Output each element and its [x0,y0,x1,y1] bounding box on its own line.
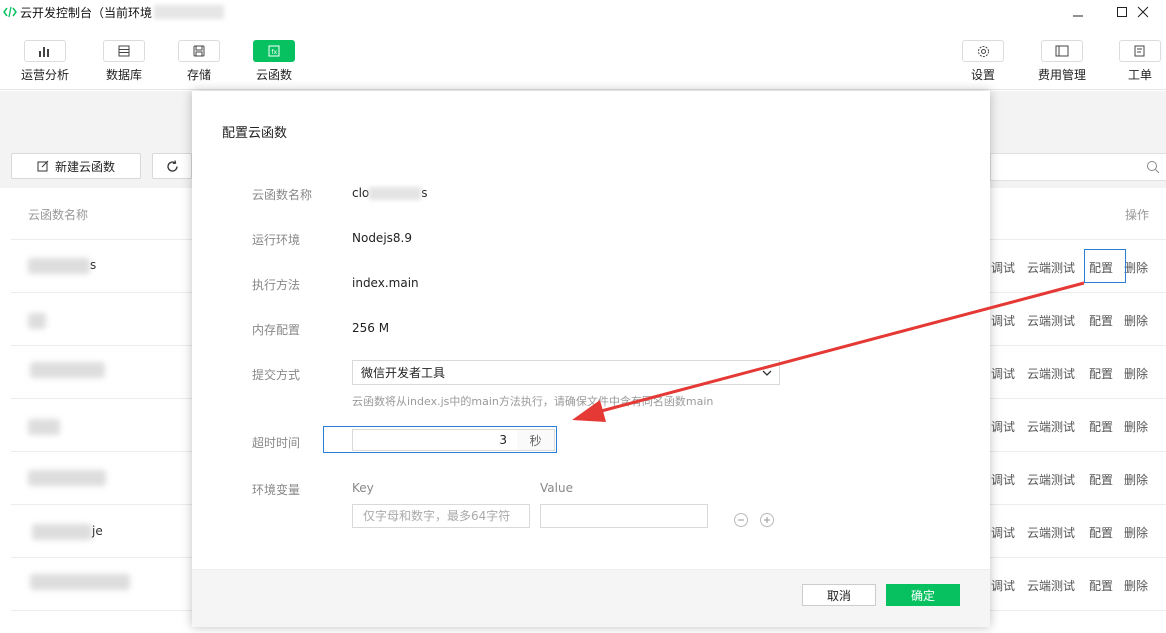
chevron-down-icon [762,370,772,376]
new-function-button[interactable]: 新建云函数 [11,153,141,179]
handler-label: 执行方法 [252,278,301,292]
handler-value: index.main [352,276,419,290]
submit-method-label: 提交方式 [252,368,301,382]
bar-chart-icon [24,40,66,62]
storage-icon [178,40,220,62]
debug-link[interactable]: 调试 [991,577,1015,594]
tool-billing[interactable]: 费用管理 [1030,40,1094,83]
row-name-fragment: je [92,524,103,538]
config-link[interactable]: 配置 [1089,365,1113,382]
cloud-test-link[interactable]: 云端测试 [1027,259,1075,276]
edit-icon [37,160,49,172]
search-input[interactable] [990,153,1166,181]
column-header-name: 云函数名称 [28,208,89,222]
confirm-button[interactable]: 确定 [886,584,960,606]
config-link[interactable]: 配置 [1089,418,1113,435]
runtime-value: Nodejs8.9 [352,231,412,245]
cloud-test-link[interactable]: 云端测试 [1027,524,1075,541]
submit-method-select[interactable]: 微信开发者工具 [352,360,780,385]
delete-link[interactable]: 删除 [1124,365,1148,382]
redacted-name [28,470,106,486]
column-header-ops: 操作 [1125,208,1150,222]
env-vars-label: 环境变量 [252,483,301,497]
config-highlight-box [1084,249,1126,283]
delete-link[interactable]: 删除 [1124,312,1148,329]
config-function-dialog: 配置云函数 云函数名称 clo s 运行环境 Nodejs8.9 执行方法 ind… [192,91,990,627]
cloud-test-link[interactable]: 云端测试 [1027,418,1075,435]
config-link[interactable]: 配置 [1089,312,1113,329]
gear-icon [962,40,1004,62]
cloud-test-link[interactable]: 云端测试 [1027,312,1075,329]
title-bar: 云开发控制台（当前环境 [0,0,1166,24]
function-name-label: 云函数名称 [252,188,313,202]
redacted-name [32,524,92,540]
config-link[interactable]: 配置 [1089,471,1113,488]
config-link[interactable]: 配置 [1089,524,1113,541]
database-icon [103,40,145,62]
timeout-input[interactable]: 3 [352,429,518,451]
delete-link[interactable]: 删除 [1124,259,1148,276]
config-link[interactable]: 配置 [1089,577,1113,594]
debug-link[interactable]: 调试 [991,471,1015,488]
env-key-input[interactable]: 仅字母和数字，最多64字符 [352,504,530,528]
billing-icon [1041,40,1083,62]
tool-storage[interactable]: 存储 [167,40,231,83]
key-column-label: Key [352,481,374,495]
delete-link[interactable]: 删除 [1124,524,1148,541]
redacted-text [369,187,422,200]
minimize-icon [1073,15,1083,17]
value-column-label: Value [540,481,573,495]
cloud-test-link[interactable]: 云端测试 [1027,365,1075,382]
debug-link[interactable]: 调试 [991,418,1015,435]
timeout-unit: 秒 [517,429,555,451]
minus-icon [738,519,744,521]
debug-link[interactable]: 调试 [991,365,1015,382]
tool-cloud-functions[interactable]: fx 云函数 [242,40,306,83]
add-env-button[interactable] [760,513,774,527]
tool-analytics[interactable]: 运营分析 [13,40,77,83]
redacted-env [154,5,225,19]
tool-settings[interactable]: 设置 [951,40,1015,83]
svg-text:fx: fx [272,49,278,56]
function-name-value: clo s [352,186,428,200]
redacted-name [30,362,105,378]
memory-value: 256 M [352,321,390,335]
cancel-button[interactable]: 取消 [802,584,876,606]
delete-link[interactable]: 删除 [1124,418,1148,435]
tool-database[interactable]: 数据库 [92,40,156,83]
close-button[interactable] [1120,0,1166,24]
runtime-label: 运行环境 [252,233,301,247]
app-logo-icon [2,5,18,19]
debug-link[interactable]: 调试 [991,259,1015,276]
redacted-name [28,419,60,435]
remove-env-button[interactable] [734,513,748,527]
timeout-label: 超时时间 [252,436,301,450]
redacted-name [28,313,46,329]
row-name-fragment: s [90,258,97,272]
refresh-icon [166,159,178,172]
refresh-button[interactable] [152,153,192,179]
dialog-title: 配置云函数 [222,126,288,141]
minimize-button[interactable] [1055,0,1101,24]
window-title: 云开发控制台（当前环境 [20,5,153,20]
cloud-test-link[interactable]: 云端测试 [1027,471,1075,488]
ticket-icon [1119,40,1161,62]
delete-link[interactable]: 删除 [1124,471,1148,488]
tool-ticket[interactable]: 工单 [1108,40,1166,83]
function-icon: fx [253,40,295,62]
redacted-name [30,574,130,590]
debug-link[interactable]: 调试 [991,312,1015,329]
memory-label: 内存配置 [252,323,301,337]
delete-link[interactable]: 删除 [1124,577,1148,594]
submit-hint: 云函数将从index.js中的main方法执行，请确保文件中含有同名函数main [352,395,714,408]
env-value-input[interactable] [540,504,708,528]
cloud-test-link[interactable]: 云端测试 [1027,577,1075,594]
debug-link[interactable]: 调试 [991,524,1015,541]
redacted-name [28,258,90,274]
plus-icon [764,517,770,523]
main-toolbar: 运营分析 数据库 存储 fx 云函数 设置 费用管理 工单 [0,24,1166,90]
close-icon [1137,6,1149,18]
search-icon [1147,161,1160,174]
